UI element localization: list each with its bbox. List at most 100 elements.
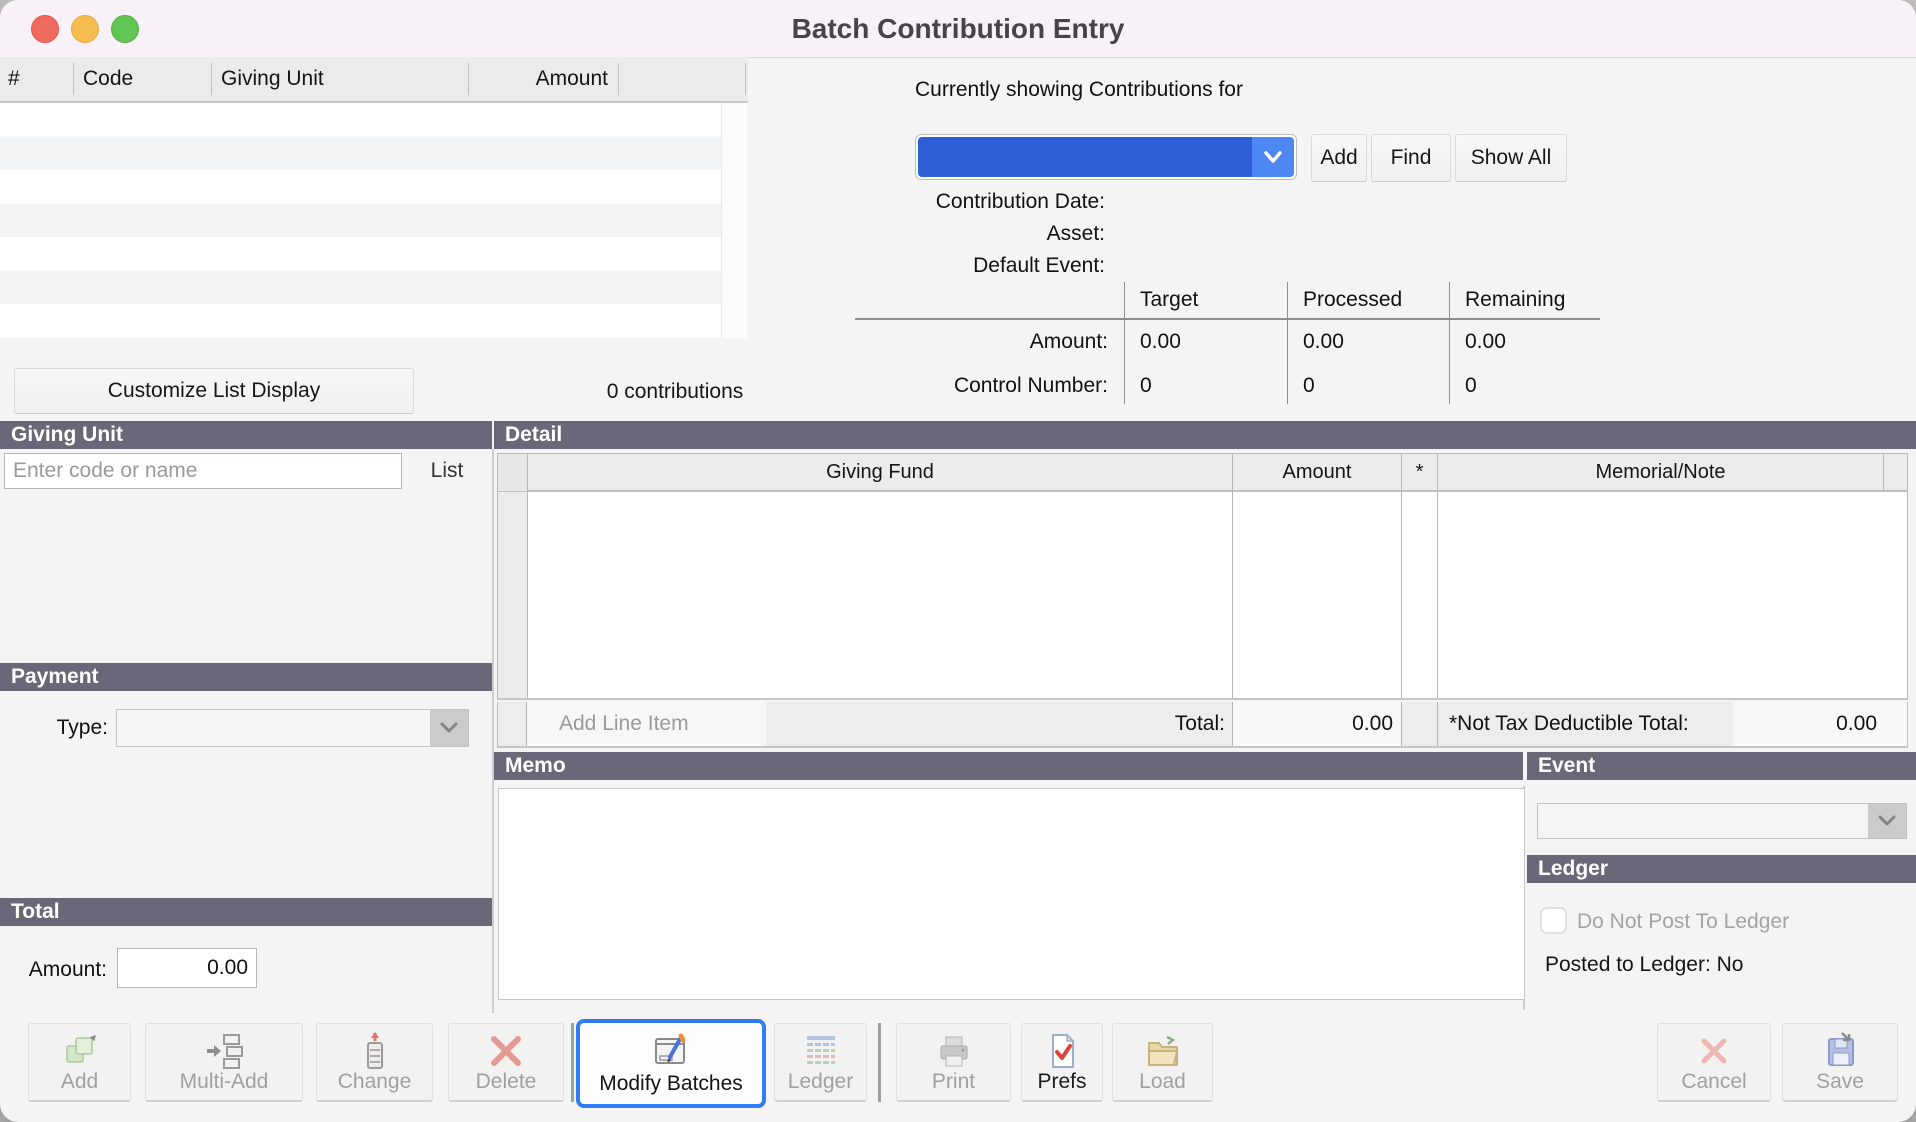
modify-batches-icon [650, 1031, 692, 1077]
posted-to-ledger-status: Posted to Ledger: No [1545, 953, 1743, 977]
chevron-down-icon[interactable] [1252, 137, 1294, 177]
column-header-detail-amount[interactable]: Amount [1232, 454, 1401, 491]
show-all-button[interactable]: Show All [1455, 134, 1567, 182]
detail-gutter-header [498, 454, 527, 491]
save-button[interactable]: Save [1782, 1023, 1898, 1102]
zoom-window-icon[interactable] [111, 15, 139, 43]
modify-batches-button[interactable]: Modify Batches [576, 1019, 766, 1108]
summary-control-target: 0 [1140, 374, 1152, 398]
batch-select[interactable] [915, 134, 1297, 180]
ntd-total-label: *Not Tax Deductible Total: [1449, 712, 1689, 736]
contribution-date-label: Contribution Date: [855, 190, 1105, 214]
column-divider[interactable] [73, 63, 74, 95]
ledger-section-header: Ledger [1527, 855, 1916, 883]
total-amount-label: Amount: [7, 958, 107, 982]
detail-column-divider [1437, 702, 1438, 746]
column-header-memorial-note[interactable]: Memorial/Note [1437, 454, 1883, 491]
default-event-label: Default Event: [855, 254, 1105, 278]
column-divider [745, 63, 746, 95]
summary-divider [1124, 282, 1125, 404]
delete-button[interactable]: Delete [448, 1023, 564, 1102]
total-section-header: Total [0, 898, 492, 926]
left-panel-divider [492, 449, 494, 1013]
delete-x-icon [486, 1031, 526, 1077]
detail-column-divider [1437, 492, 1438, 698]
detail-column-divider [1232, 492, 1233, 698]
detail-section-header: Detail [494, 421, 1916, 449]
list-button[interactable]: List [402, 453, 492, 489]
summary-divider [1449, 282, 1450, 404]
column-divider[interactable] [468, 63, 469, 95]
summary-control-label: Control Number: [858, 374, 1108, 398]
summary-col-processed: Processed [1303, 288, 1402, 312]
window-title: Batch Contribution Entry [792, 13, 1125, 45]
ledger-button[interactable]: Ledger [774, 1023, 867, 1102]
print-button[interactable]: Print [896, 1023, 1011, 1102]
toolbar-separator [878, 1023, 881, 1102]
payment-type-select[interactable] [116, 709, 469, 747]
prefs-document-icon [1042, 1031, 1082, 1077]
chevron-down-icon[interactable] [430, 710, 468, 746]
detail-table-body[interactable] [497, 492, 1908, 700]
memo-textarea[interactable] [498, 788, 1525, 1000]
contribution-list-scrollbar[interactable] [721, 103, 747, 338]
total-amount-input[interactable] [117, 948, 257, 988]
event-select[interactable] [1537, 803, 1907, 839]
prefs-button[interactable]: Prefs [1021, 1023, 1103, 1102]
add-batch-button[interactable]: Add [1311, 134, 1367, 182]
contribution-list-body[interactable] [0, 103, 721, 338]
giving-unit-section-header: Giving Unit [0, 421, 492, 449]
giving-unit-search-input[interactable] [4, 453, 402, 489]
detail-column-divider [1232, 702, 1233, 746]
batch-select-value-area [918, 137, 1252, 177]
detail-column-divider [1401, 492, 1402, 698]
cancel-button[interactable]: Cancel [1657, 1023, 1771, 1102]
close-window-icon[interactable] [31, 15, 59, 43]
column-header-star[interactable]: * [1401, 454, 1437, 491]
customize-list-display-button[interactable]: Customize List Display [14, 368, 414, 414]
summary-control-processed: 0 [1303, 374, 1315, 398]
detail-total-value: 0.00 [1243, 712, 1393, 736]
change-button[interactable]: Change [316, 1023, 433, 1102]
detail-total-row: Add Line Item Total: 0.00 *Not Tax Deduc… [497, 702, 1908, 748]
find-batch-button[interactable]: Find [1371, 134, 1451, 182]
event-section-header: Event [1527, 752, 1916, 780]
printer-icon [934, 1031, 974, 1077]
cancel-x-icon [1694, 1031, 1734, 1077]
contribution-list-header: # Code Giving Unit Amount [0, 57, 748, 103]
add-button[interactable]: Add [28, 1023, 131, 1102]
column-header-code[interactable]: Code [83, 57, 133, 101]
add-icon [60, 1031, 100, 1077]
detail-column-divider [1401, 702, 1402, 746]
detail-column-divider [526, 702, 527, 746]
save-floppy-icon [1820, 1031, 1860, 1077]
column-header-giving-fund[interactable]: Giving Fund [527, 454, 1232, 491]
summary-amount-remaining: 0.00 [1465, 330, 1506, 354]
column-header-number[interactable]: # [8, 57, 20, 101]
chevron-down-icon[interactable] [1868, 804, 1906, 838]
add-line-item-button[interactable]: Add Line Item [559, 712, 689, 736]
column-header-amount[interactable]: Amount [468, 57, 608, 101]
title-bar: Batch Contribution Entry [0, 0, 1916, 58]
do-not-post-checkbox[interactable] [1540, 907, 1567, 934]
column-divider[interactable] [618, 63, 619, 95]
load-button[interactable]: Load [1112, 1023, 1213, 1102]
detail-gutter [498, 492, 528, 698]
payment-type-label: Type: [8, 716, 108, 740]
toolbar-separator [571, 1023, 574, 1102]
change-icon [355, 1031, 395, 1077]
multi-add-button[interactable]: Multi-Add [145, 1023, 303, 1102]
summary-amount-target: 0.00 [1140, 330, 1181, 354]
detail-scroll-header [1883, 454, 1908, 491]
do-not-post-label: Do Not Post To Ledger [1577, 910, 1789, 934]
minimize-window-icon[interactable] [71, 15, 99, 43]
folder-icon [1143, 1031, 1183, 1077]
summary-col-target: Target [1140, 288, 1198, 312]
column-divider[interactable] [211, 63, 212, 95]
ntd-total-value: 0.00 [1727, 712, 1877, 736]
summary-amount-processed: 0.00 [1303, 330, 1344, 354]
contribution-count: 0 contributions [545, 380, 805, 404]
asset-label: Asset: [855, 222, 1105, 246]
column-header-giving-unit[interactable]: Giving Unit [221, 57, 324, 101]
currently-showing-label: Currently showing Contributions for [915, 78, 1243, 102]
